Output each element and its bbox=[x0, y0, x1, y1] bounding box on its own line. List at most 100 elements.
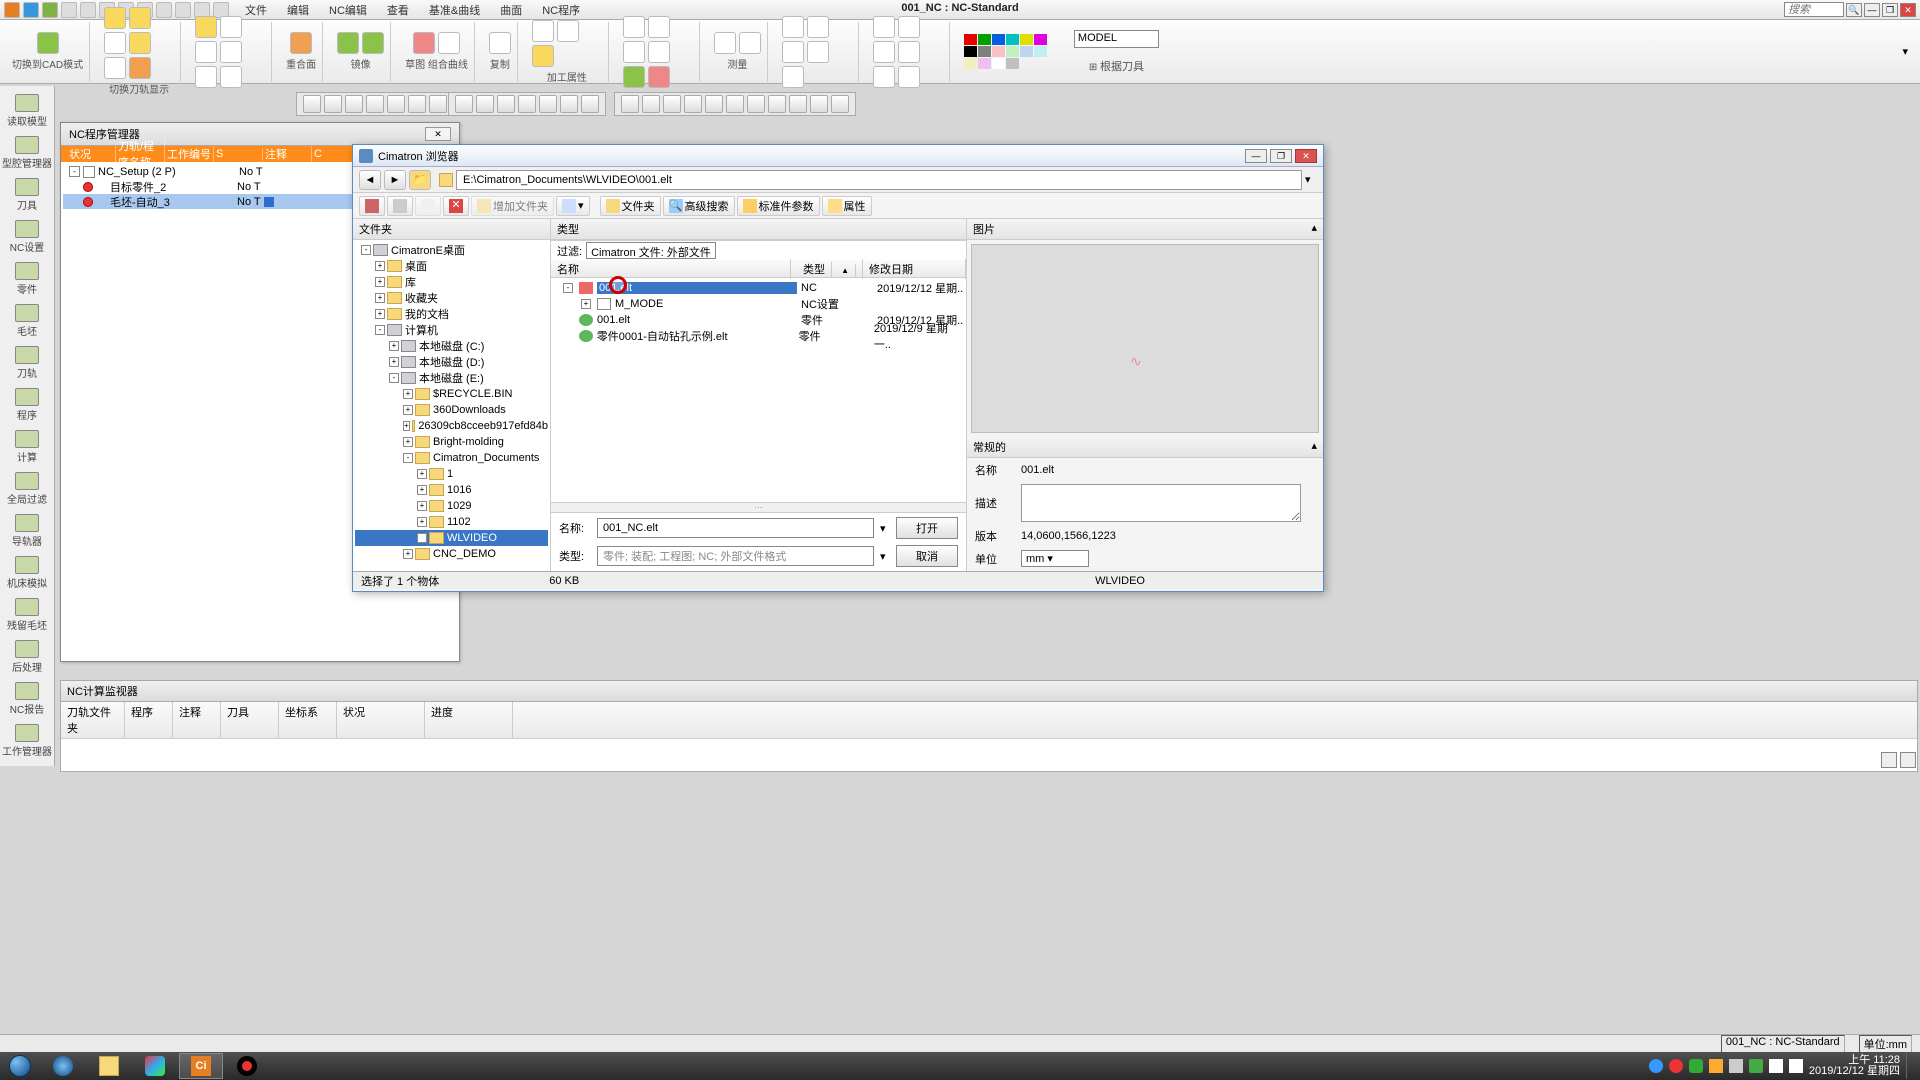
tree-row[interactable]: +360Downloads bbox=[355, 402, 548, 418]
properties-btn[interactable]: 属性 bbox=[822, 196, 872, 216]
taskbar-app-cimatron[interactable]: Ci bbox=[179, 1053, 223, 1079]
qat-btn-1[interactable] bbox=[4, 2, 20, 18]
dialog-maximize[interactable]: ❐ bbox=[1270, 149, 1292, 163]
show-desktop[interactable] bbox=[1906, 1053, 1914, 1079]
tray-icon[interactable] bbox=[1729, 1059, 1743, 1073]
expand-icon[interactable]: + bbox=[375, 261, 385, 271]
expand-icon[interactable]: - bbox=[563, 283, 573, 293]
expand-icon[interactable]: + bbox=[403, 549, 413, 559]
palette-swatch[interactable] bbox=[1006, 58, 1019, 69]
left-toolbar-item[interactable]: 残留毛坯 bbox=[0, 594, 54, 636]
menu-item[interactable]: NC程序 bbox=[532, 0, 590, 20]
ribbon-display-group[interactable] bbox=[867, 22, 950, 82]
menu-item[interactable]: 查看 bbox=[377, 0, 419, 20]
left-toolbar-item[interactable]: 型腔管理器 bbox=[0, 132, 54, 174]
folders-btn[interactable]: 文件夹 bbox=[600, 196, 661, 216]
tree-row[interactable]: +本地磁盘 (C:) bbox=[355, 338, 548, 354]
tree-row[interactable]: +WLVIDEO bbox=[355, 530, 548, 546]
qat-btn-4[interactable] bbox=[61, 2, 77, 18]
menu-item[interactable]: 编辑 bbox=[277, 0, 319, 20]
left-toolbar-item[interactable]: 零件 bbox=[0, 258, 54, 300]
collapse-icon[interactable]: - bbox=[69, 166, 80, 177]
preview-image-header[interactable]: 图片▴ bbox=[967, 219, 1323, 240]
clock[interactable]: 上午 11:28 2019/12/12 星期四 bbox=[1809, 1055, 1900, 1077]
taskbar-app-record[interactable] bbox=[225, 1053, 269, 1079]
minimize-btn[interactable]: — bbox=[1864, 3, 1880, 17]
ribbon-coincident[interactable]: 重合面 bbox=[280, 22, 323, 82]
filetype-input[interactable] bbox=[597, 546, 874, 566]
ts3-btn[interactable] bbox=[810, 95, 828, 113]
hscrollbar[interactable]: ⋯ bbox=[551, 502, 966, 512]
ts3-btn[interactable] bbox=[726, 95, 744, 113]
expand-icon[interactable]: + bbox=[389, 357, 399, 367]
tree-row[interactable]: +CNC_DEMO bbox=[355, 546, 548, 562]
cancel-button[interactable]: 取消 bbox=[896, 545, 958, 567]
path-input[interactable] bbox=[456, 170, 1302, 190]
taskbar-app-explorer[interactable] bbox=[87, 1053, 131, 1079]
tree-row[interactable]: +$RECYCLE.BIN bbox=[355, 386, 548, 402]
close-btn[interactable]: ✕ bbox=[1900, 3, 1916, 17]
expand-icon[interactable]: - bbox=[361, 245, 371, 255]
col-name[interactable]: 名称 bbox=[551, 259, 791, 279]
tree-row[interactable]: -Cimatron_Documents bbox=[355, 450, 548, 466]
file-list[interactable]: -001.eltNC2019/12/12 星期..+M_MODENC设置001.… bbox=[551, 278, 966, 502]
ribbon-zoom-group[interactable] bbox=[776, 22, 859, 82]
path-dropdown-icon[interactable]: ▾ bbox=[1305, 173, 1317, 186]
ribbon-collapse-icon[interactable]: ▾ bbox=[1902, 45, 1908, 58]
qat-btn-10[interactable] bbox=[175, 2, 191, 18]
ts3-btn[interactable] bbox=[642, 95, 660, 113]
dialog-titlebar[interactable]: Cimatron 浏览器 — ❐ ✕ bbox=[353, 145, 1323, 167]
palette-swatch[interactable] bbox=[978, 34, 991, 45]
palette-swatch[interactable] bbox=[978, 46, 991, 57]
palette-swatch[interactable] bbox=[992, 34, 1005, 45]
name-dd-icon[interactable]: ▾ bbox=[880, 522, 890, 535]
ts1-btn[interactable] bbox=[324, 95, 342, 113]
cut-btn[interactable] bbox=[359, 196, 385, 216]
ts1-btn[interactable] bbox=[387, 95, 405, 113]
paste-btn[interactable] bbox=[415, 196, 441, 216]
view-mode-btn[interactable]: ▾ bbox=[556, 196, 590, 216]
monitor-col[interactable]: 程序 bbox=[125, 702, 173, 738]
palette-swatch[interactable] bbox=[964, 46, 977, 57]
left-toolbar-item[interactable]: NC设置 bbox=[0, 216, 54, 258]
ts1-btn[interactable] bbox=[345, 95, 363, 113]
dialog-close[interactable]: ✕ bbox=[1295, 149, 1317, 163]
expand-icon[interactable]: + bbox=[581, 299, 591, 309]
palette-swatch[interactable] bbox=[1020, 46, 1033, 57]
expand-icon[interactable]: - bbox=[403, 453, 413, 463]
nc-panel-close[interactable]: ✕ bbox=[425, 127, 451, 141]
taskbar-app-1[interactable] bbox=[41, 1053, 85, 1079]
ribbon-group-3[interactable] bbox=[189, 22, 272, 82]
tree-row[interactable]: +Bright-molding bbox=[355, 434, 548, 450]
tree-row[interactable]: -CimatronE桌面 bbox=[355, 242, 548, 258]
restore-btn[interactable]: ❐ bbox=[1882, 3, 1898, 17]
ts1-btn[interactable] bbox=[303, 95, 321, 113]
left-toolbar-item[interactable]: NC报告 bbox=[0, 678, 54, 720]
ts3-btn[interactable] bbox=[621, 95, 639, 113]
left-toolbar-item[interactable]: 导轨器 bbox=[0, 510, 54, 552]
monitor-col[interactable]: 坐标系 bbox=[279, 702, 337, 738]
expand-icon[interactable]: + bbox=[375, 309, 385, 319]
left-toolbar-item[interactable]: 计算 bbox=[0, 426, 54, 468]
expand-icon[interactable]: + bbox=[403, 421, 410, 431]
ts2-btn[interactable] bbox=[518, 95, 536, 113]
qat-btn-3[interactable] bbox=[42, 2, 58, 18]
ribbon-measure[interactable]: 测量 bbox=[708, 22, 768, 82]
palette-swatch[interactable] bbox=[1034, 46, 1047, 57]
menu-item[interactable]: NC编辑 bbox=[319, 0, 377, 20]
model-dropdown[interactable]: MODEL bbox=[1074, 30, 1159, 48]
mini-btn-2[interactable] bbox=[1900, 752, 1916, 768]
ts3-btn[interactable] bbox=[663, 95, 681, 113]
ts3-btn[interactable] bbox=[747, 95, 765, 113]
palette-swatch[interactable] bbox=[1006, 46, 1019, 57]
left-toolbar-item[interactable]: 读取模型 bbox=[0, 90, 54, 132]
tray-icon[interactable] bbox=[1669, 1059, 1683, 1073]
palette-swatch[interactable] bbox=[992, 58, 1005, 69]
left-toolbar-item[interactable]: 刀具 bbox=[0, 174, 54, 216]
search-input[interactable] bbox=[1784, 2, 1844, 17]
ts2-btn[interactable] bbox=[497, 95, 515, 113]
folder-tree[interactable]: -CimatronE桌面+桌面+库+收藏夹+我的文档-计算机+本地磁盘 (C:)… bbox=[353, 240, 550, 571]
expand-icon[interactable]: + bbox=[417, 517, 427, 527]
expand-icon[interactable]: - bbox=[375, 325, 385, 335]
ts3-btn[interactable] bbox=[789, 95, 807, 113]
